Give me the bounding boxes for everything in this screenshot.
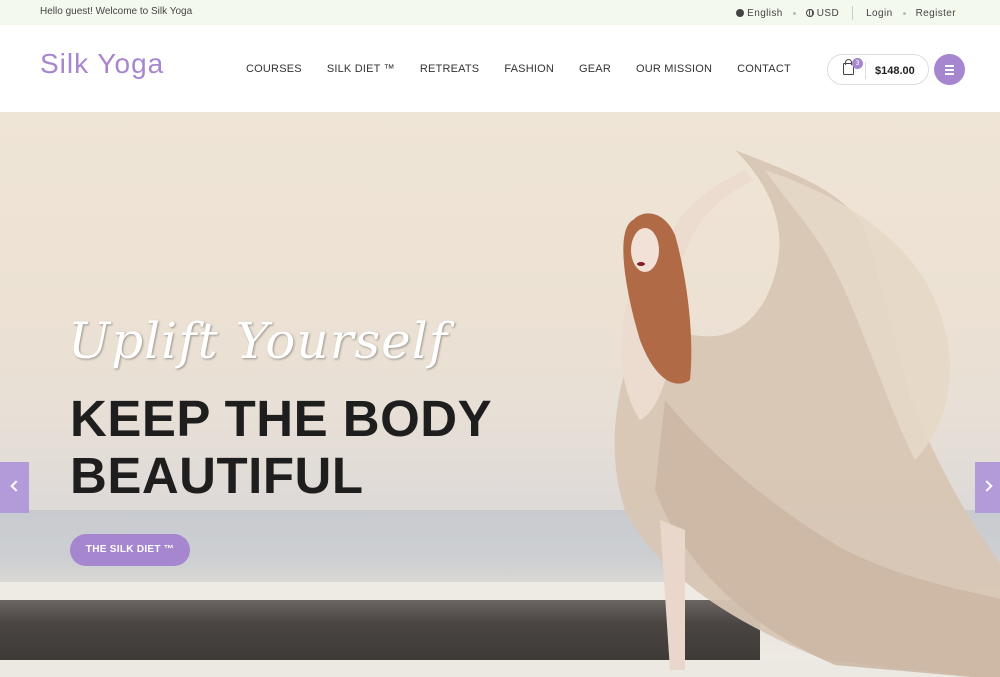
language-selector[interactable]: English [736, 8, 783, 19]
hero-dancer-image [614, 150, 1000, 677]
hamburger-icon-line [945, 73, 954, 75]
nav-silk-diet[interactable]: SILK DIET ™ [327, 63, 395, 75]
nav-retreats[interactable]: RETREATS [420, 63, 479, 75]
divider-dot [792, 11, 796, 15]
nav-our-mission[interactable]: OUR MISSION [636, 63, 712, 75]
silk-diet-cta-button[interactable]: THE SILK DIET ™ [70, 534, 190, 566]
site-logo[interactable]: Silk Yoga [40, 48, 164, 80]
welcome-message: Hello guest! Welcome to Silk Yoga [40, 6, 193, 17]
slider-prev-button[interactable] [0, 462, 29, 513]
top-bar-links: English USD Login Register [736, 6, 956, 20]
cart-count-badge: 3 [852, 58, 863, 69]
slider-next-button[interactable] [975, 462, 1000, 513]
site-header: Silk Yoga COURSES SILK DIET ™ RETREATS F… [0, 25, 1000, 112]
cart-button[interactable]: 3 $148.00 [827, 54, 929, 85]
divider-dot [902, 11, 906, 15]
nav-gear[interactable]: GEAR [579, 63, 611, 75]
nav-contact[interactable]: CONTACT [737, 63, 791, 75]
currency-label: USD [816, 7, 840, 19]
logo-text: Silk Yoga [40, 48, 165, 79]
hamburger-icon-line [945, 65, 954, 67]
register-link[interactable]: Register [916, 8, 956, 19]
cart-divider [865, 62, 866, 79]
language-label: English [747, 7, 783, 19]
hamburger-menu-button[interactable] [934, 54, 965, 85]
chevron-left-icon [10, 480, 22, 492]
hero-headline-line1: KEEP THE BODY [70, 390, 493, 447]
chevron-right-icon [981, 480, 993, 492]
login-link[interactable]: Login [866, 8, 892, 19]
hero-script-tagline: Uplift Yourself [68, 312, 449, 370]
hero-headline: KEEP THE BODY BEAUTIFUL [70, 390, 492, 504]
nav-fashion[interactable]: FASHION [504, 63, 554, 75]
cart-total: $148.00 [875, 65, 915, 77]
currency-selector[interactable]: USD [805, 7, 840, 19]
hero-headline-line2: BEAUTIFUL [70, 447, 364, 504]
nav-courses[interactable]: COURSES [246, 63, 302, 75]
hero-slider: Uplift Yourself KEEP THE BODY BEAUTIFUL … [0, 112, 1000, 677]
main-nav: COURSES SILK DIET ™ RETREATS FASHION GEA… [246, 63, 816, 75]
divider [852, 6, 854, 20]
top-bar: Hello guest! Welcome to Silk Yoga Englis… [0, 0, 1000, 25]
currency-icon [805, 9, 814, 17]
globe-icon [736, 9, 745, 17]
hamburger-icon-line [945, 69, 954, 71]
